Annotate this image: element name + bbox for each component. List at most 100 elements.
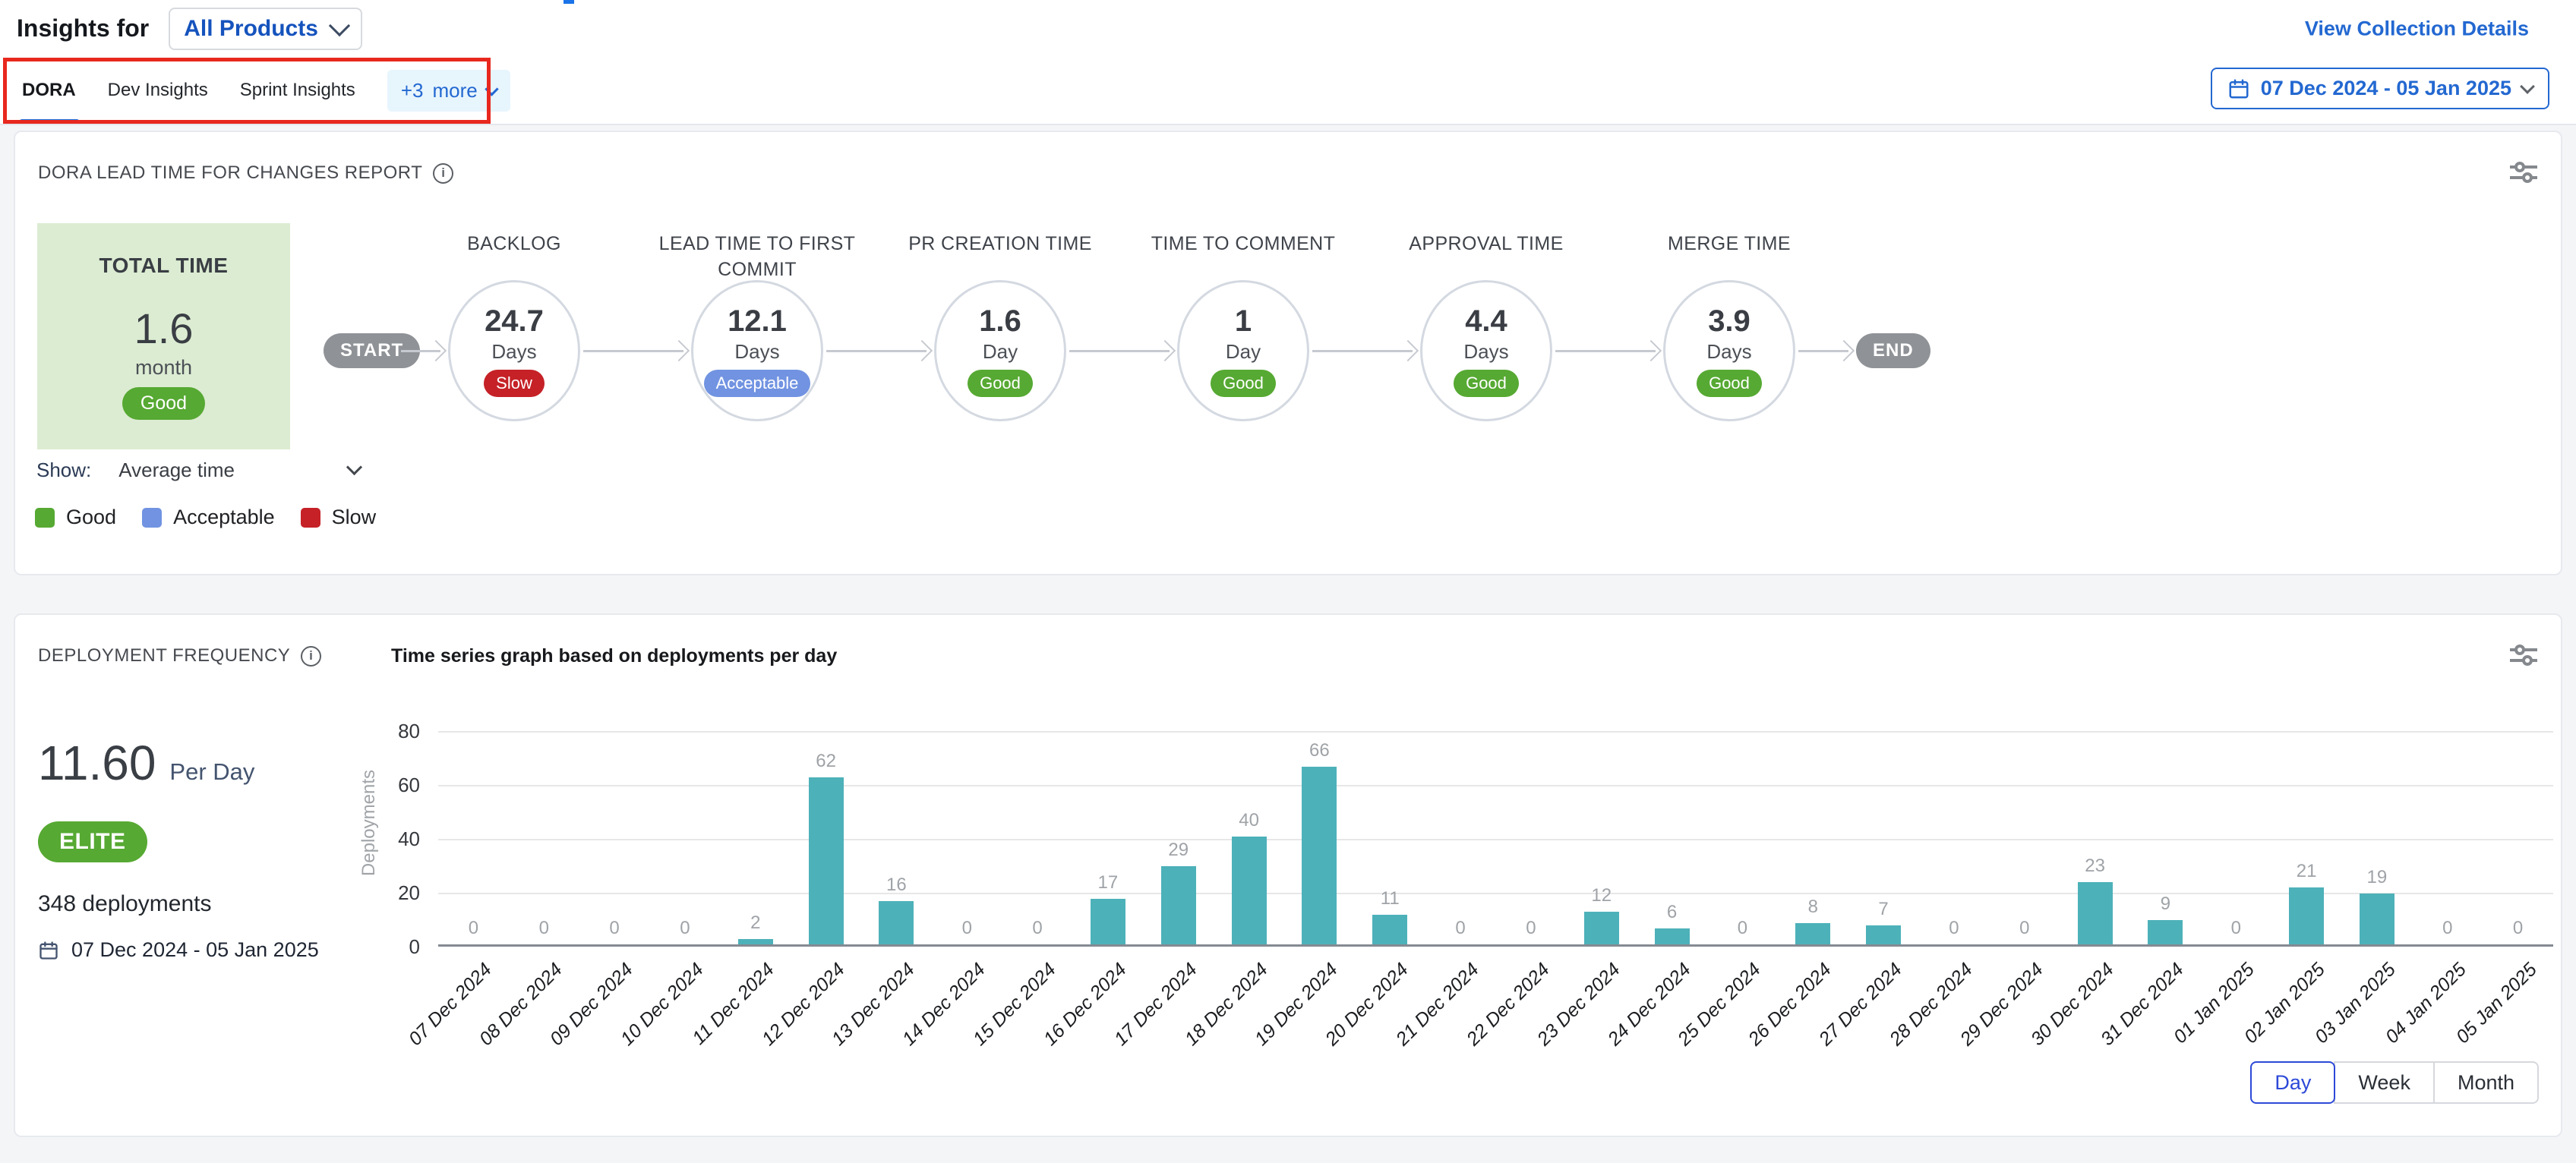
stage-circle[interactable]: 1DayGood	[1177, 280, 1309, 421]
flow-end-node: END	[1856, 333, 1930, 368]
tab-sprint-insights[interactable]: Sprint Insights	[240, 57, 355, 124]
deployment-bar[interactable]	[1372, 915, 1407, 944]
product-selector[interactable]: All Products	[169, 8, 362, 50]
more-tabs-label: more	[432, 79, 477, 102]
granularity-month-button[interactable]: Month	[2433, 1061, 2539, 1104]
deployment-bar[interactable]	[2078, 882, 2113, 944]
legend-label: Good	[66, 506, 116, 529]
bar-value-label: 62	[796, 751, 857, 772]
deployment-bar[interactable]	[1232, 837, 1267, 944]
show-selector[interactable]: Show: Average time	[36, 459, 360, 482]
deployment-bar[interactable]	[1091, 899, 1125, 944]
legend-item-good: Good	[35, 506, 116, 529]
deployment-bar[interactable]	[2360, 894, 2394, 944]
deployment-bar[interactable]	[1584, 912, 1619, 944]
flow-arrow	[826, 342, 931, 360]
deployment-bar[interactable]	[738, 939, 773, 944]
arrow-head-icon	[425, 340, 447, 361]
bar-value-label: 2	[725, 912, 786, 934]
lead-time-card-title: DORA LEAD TIME FOR CHANGES REPORT	[38, 162, 422, 184]
legend-swatch	[142, 508, 162, 528]
chart-gridline	[438, 893, 2553, 894]
sliders-settings-icon[interactable]	[2508, 159, 2539, 185]
deployment-bar[interactable]	[1161, 866, 1196, 944]
stage-status-badge: Good	[1211, 370, 1276, 397]
bar-value-label: 23	[2065, 856, 2126, 877]
stage-unit: Days	[1463, 340, 1508, 364]
bar-value-label: 12	[1571, 885, 1632, 906]
deployment-bar[interactable]	[1302, 767, 1337, 944]
deployment-rate-value: 11.60	[38, 735, 156, 791]
bar-value-label: 0	[2417, 918, 2478, 939]
deployment-rate-unit: Per Day	[169, 758, 254, 786]
granularity-day-button[interactable]: Day	[2250, 1061, 2335, 1104]
stage-name: APPROVAL TIME	[1380, 231, 1593, 257]
tab-dora[interactable]: DORA	[22, 57, 76, 124]
flow-arrow	[583, 342, 688, 360]
deployment-bar[interactable]	[809, 777, 844, 944]
more-tabs-count: +3	[401, 79, 424, 102]
granularity-week-button[interactable]: Week	[2334, 1061, 2435, 1104]
calendar-icon	[38, 940, 59, 961]
deployment-bar[interactable]	[1866, 925, 1901, 944]
stage-value: 1.6	[979, 304, 1021, 339]
stage-value: 1	[1235, 304, 1252, 339]
stage-circle[interactable]: 24.7DaysSlow	[448, 280, 580, 421]
arrow-head-icon	[911, 340, 933, 361]
deployment-plot: 806040200007 Dec 2024008 Dec 2024009 Dec…	[438, 731, 2553, 947]
bar-value-label: 8	[1782, 897, 1843, 918]
chevron-down-icon	[485, 82, 498, 96]
bar-value-label: 0	[2488, 918, 2549, 939]
bar-value-label: 16	[866, 875, 927, 896]
deployment-date-range: 07 Dec 2024 - 05 Jan 2025	[38, 938, 319, 962]
chart-title: Time series graph based on deployments p…	[391, 645, 837, 667]
legend-label: Slow	[332, 506, 377, 529]
top-edge-artifact	[564, 0, 574, 4]
date-range-picker[interactable]: 07 Dec 2024 - 05 Jan 2025	[2211, 68, 2549, 109]
date-range-value: 07 Dec 2024 - 05 Jan 2025	[2261, 77, 2511, 100]
y-axis-tick: 20	[371, 881, 420, 905]
deployment-frequency-card: DEPLOYMENT FREQUENCY Time series graph b…	[14, 613, 2562, 1137]
deployment-bar[interactable]	[1795, 923, 1830, 944]
view-collection-details-link[interactable]: View Collection Details	[2305, 17, 2529, 40]
chevron-down-icon	[346, 459, 362, 475]
bar-value-label: 19	[2347, 867, 2407, 888]
bar-value-label: 9	[2135, 894, 2196, 915]
deployment-bar[interactable]	[1655, 928, 1690, 944]
deployment-card-title: DEPLOYMENT FREQUENCY	[38, 645, 290, 667]
more-tabs-button[interactable]: +3 more	[387, 70, 510, 112]
stage-unit: Days	[1706, 340, 1751, 364]
flow-arrow	[1312, 342, 1417, 360]
stage-circle[interactable]: 12.1DaysAcceptable	[691, 280, 823, 421]
arrow-head-icon	[1833, 340, 1855, 361]
bar-value-label: 0	[1007, 918, 1068, 939]
info-icon[interactable]	[301, 646, 321, 667]
tab-dev-insights[interactable]: Dev Insights	[108, 57, 208, 124]
bar-value-label: 17	[1078, 872, 1138, 894]
stage-circle[interactable]: 3.9DaysGood	[1663, 280, 1795, 421]
legend-swatch	[301, 508, 320, 528]
stage-name: PR CREATION TIME	[894, 231, 1106, 257]
bar-value-label: 21	[2276, 861, 2337, 882]
legend-item-acceptable: Acceptable	[142, 506, 275, 529]
legend-swatch	[35, 508, 55, 528]
bar-value-label: 66	[1289, 740, 1350, 761]
arrow-head-icon	[1397, 340, 1419, 361]
stage-circle[interactable]: 4.4DaysGood	[1420, 280, 1552, 421]
deployment-bar[interactable]	[2289, 887, 2324, 944]
bar-value-label: 0	[2205, 918, 2266, 939]
deployment-bar[interactable]	[2148, 920, 2183, 944]
sliders-settings-icon[interactable]	[2508, 642, 2539, 668]
deployment-card-title-row: DEPLOYMENT FREQUENCY	[38, 645, 321, 667]
flow-arrow	[1069, 342, 1174, 360]
stage-value: 24.7	[485, 304, 544, 339]
tab-bar: DORADev InsightsSprint Insights +3 more …	[0, 57, 2576, 125]
bar-value-label: 0	[1994, 918, 2055, 939]
stage-value: 12.1	[728, 304, 787, 339]
info-icon[interactable]	[433, 163, 453, 184]
show-value: Average time	[118, 459, 235, 482]
stage-circle[interactable]: 1.6DayGood	[934, 280, 1066, 421]
deployment-bar[interactable]	[879, 901, 914, 944]
deployment-rate: 11.60 Per Day	[38, 735, 254, 791]
y-axis-tick: 0	[371, 935, 420, 959]
